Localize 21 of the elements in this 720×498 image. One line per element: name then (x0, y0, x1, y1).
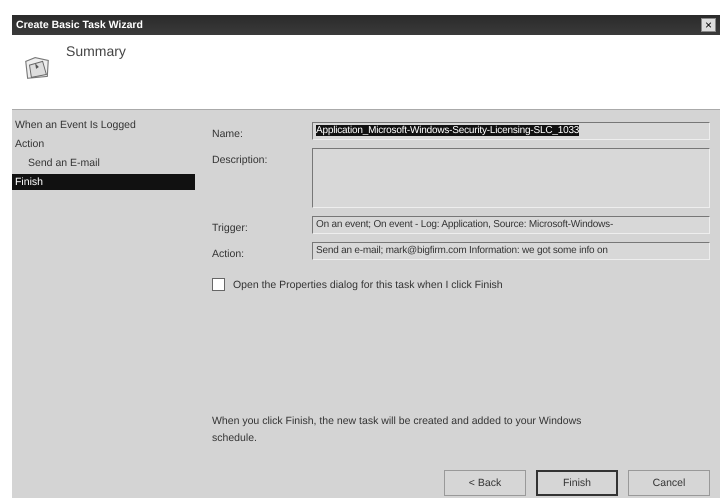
wizard-button[interactable]: Cancel (628, 470, 710, 496)
step-item[interactable]: Send an E-mail (12, 155, 195, 171)
field-label: Description: (212, 153, 268, 168)
close-button[interactable]: × (700, 18, 716, 32)
info-text: When you click Finish, the new task will be created and added to your Windows schedule. (212, 414, 582, 446)
field-label: Action: (212, 247, 246, 260)
checkbox-label: Open the Properties dialog for this task when I click Finish (233, 278, 503, 290)
step-item[interactable]: Finish (12, 174, 195, 190)
step-item[interactable]: Action (12, 136, 195, 152)
text-field[interactable]: On an event; On event - Log: Application, Source: Microsoft-Windows- (312, 216, 710, 234)
wizard-button[interactable]: < Back (444, 470, 526, 496)
step-item[interactable]: When an Event Is Logged (12, 117, 195, 133)
description-field[interactable] (312, 148, 710, 208)
field-label: Name: (212, 127, 244, 140)
field-label: Trigger: (212, 221, 249, 234)
page-title: Summary (66, 43, 126, 59)
wizard-button[interactable]: Finish (536, 470, 618, 496)
text-field[interactable]: Send an e-mail; mark@bigfirm.com Information: we got some info on (312, 242, 710, 260)
text-field[interactable]: Application_Microsoft-Windows-Security-Licensing-SLC_1033 (312, 122, 710, 140)
checkbox[interactable] (212, 278, 225, 291)
window-title: Create Basic Task Wizard (16, 19, 143, 31)
